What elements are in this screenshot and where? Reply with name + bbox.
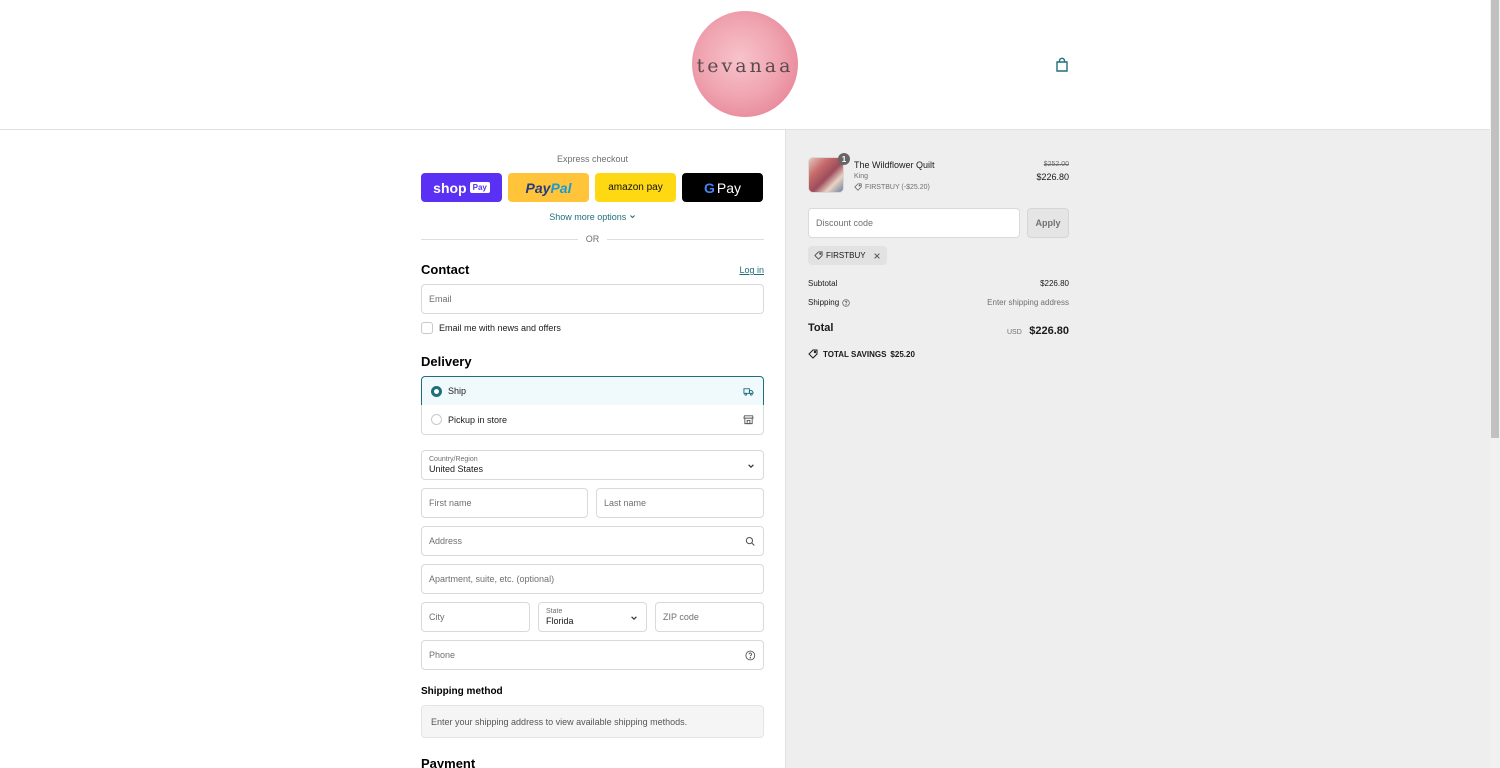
last-name-field[interactable] xyxy=(596,488,764,518)
chevron-down-icon xyxy=(631,616,637,621)
paypal-button[interactable]: Pay Pal xyxy=(508,173,589,202)
phone-input[interactable] xyxy=(429,650,746,660)
login-link[interactable]: Log in xyxy=(720,265,764,275)
tag-icon xyxy=(808,349,818,359)
pickup-option[interactable]: Pickup in store xyxy=(421,405,764,435)
shipping-label-text: Shipping xyxy=(808,298,840,307)
shipping-method-heading: Shipping method xyxy=(421,686,503,697)
newsletter-option[interactable]: Email me with news and offers xyxy=(421,322,561,334)
shop-pay-badge: Pay xyxy=(469,182,490,193)
google-pay-button[interactable]: G Pay xyxy=(682,173,763,202)
country-select[interactable]: Country/Region United States xyxy=(421,450,764,480)
total-amount: $226.80 xyxy=(1029,325,1069,337)
truck-icon xyxy=(743,388,754,396)
ship-radio[interactable] xyxy=(431,385,442,397)
savings-amount: $25.20 xyxy=(890,349,915,359)
cart-icon[interactable] xyxy=(1054,57,1070,73)
search-icon xyxy=(746,536,756,546)
close-icon[interactable] xyxy=(873,252,881,260)
total-savings: TOTAL SAVINGS $25.20 xyxy=(808,349,915,359)
google-g-icon: G xyxy=(703,179,715,196)
google-pay-text: Pay xyxy=(716,179,741,196)
product-name: The Wildflower Quilt xyxy=(854,160,935,170)
ship-option[interactable]: Ship xyxy=(421,376,764,406)
tag-icon xyxy=(854,183,862,191)
first-name-input[interactable] xyxy=(429,498,580,508)
shipping-method-note: Enter your shipping address to view avai… xyxy=(421,705,764,738)
applied-code-text: FIRSTBUY xyxy=(826,251,866,260)
divider-line-right xyxy=(607,239,764,240)
chevron-down-icon xyxy=(629,215,635,219)
or-divider: OR xyxy=(421,234,764,246)
quantity-badge: 1 xyxy=(838,153,850,165)
contact-heading: Contact xyxy=(421,262,470,277)
shop-pay-button[interactable]: shop Pay xyxy=(421,173,502,202)
subtotal-label-text: Subtotal xyxy=(808,279,838,288)
state-select[interactable]: State Florida xyxy=(538,602,647,632)
last-name-input[interactable] xyxy=(604,498,756,508)
product-discount: FIRSTBUY (-$25.20) xyxy=(854,183,930,191)
pickup-radio[interactable] xyxy=(431,414,442,425)
shop-pay-text: shop xyxy=(433,179,467,196)
country-label: Country/Region xyxy=(429,456,478,463)
discount-code-field[interactable] xyxy=(808,208,1020,238)
chevron-down-icon xyxy=(748,464,754,469)
payment-heading: Payment xyxy=(421,756,476,768)
country-value: United States xyxy=(429,464,484,474)
logo-text: tevanaa xyxy=(696,55,794,77)
city-input[interactable] xyxy=(429,612,522,622)
express-checkout-label: Express checkout xyxy=(556,154,629,164)
newsletter-label: Email me with news and offers xyxy=(439,323,561,333)
phone-field[interactable] xyxy=(421,640,764,670)
apartment-field[interactable] xyxy=(421,564,764,594)
delivery-method-group: Ship Pickup in store xyxy=(421,376,764,436)
paypal-text-a: Pay xyxy=(525,179,551,196)
product-discount-text: FIRSTBUY (-$25.20) xyxy=(865,183,930,191)
paypal-text-b: Pal xyxy=(550,179,572,196)
total-label: Total xyxy=(808,322,834,334)
address-input[interactable] xyxy=(429,536,746,546)
final-price: $226.80 xyxy=(1036,172,1069,182)
subtotal-value: $226.80 xyxy=(1040,279,1069,288)
state-value: Florida xyxy=(546,616,574,626)
ship-option-label: Ship xyxy=(448,386,467,396)
zip-field[interactable] xyxy=(655,602,764,632)
store-icon xyxy=(743,415,754,425)
amazon-pay-text: amazon pay xyxy=(608,182,663,193)
zip-input[interactable] xyxy=(663,612,756,622)
applied-discount-chip: FIRSTBUY xyxy=(808,246,887,265)
first-name-field[interactable] xyxy=(421,488,588,518)
scrollbar-thumb[interactable] xyxy=(1491,0,1499,438)
shipping-value: Enter shipping address xyxy=(987,298,1069,307)
address-field[interactable] xyxy=(421,526,764,556)
show-more-label: Show more options xyxy=(549,212,627,222)
state-label: State xyxy=(546,608,563,615)
total-value: USD $226.80 xyxy=(900,321,1069,339)
email-input[interactable] xyxy=(429,294,756,304)
amazon-pay-button[interactable]: amazon pay xyxy=(595,173,676,202)
savings-label: TOTAL SAVINGS xyxy=(823,349,887,359)
store-logo[interactable]: tevanaa xyxy=(692,11,798,117)
site-header: tevanaa xyxy=(0,0,1490,130)
newsletter-checkbox[interactable] xyxy=(421,322,433,334)
help-icon[interactable] xyxy=(745,650,756,661)
product-variant: King xyxy=(854,173,869,180)
delivery-heading: Delivery xyxy=(421,354,472,369)
subtotal-label: Subtotal xyxy=(808,279,837,288)
discount-code-input[interactable] xyxy=(816,218,1012,228)
help-icon[interactable] xyxy=(842,298,850,307)
email-field[interactable] xyxy=(421,284,764,314)
shipping-label: Shipping xyxy=(808,298,850,307)
original-price: $252.00 xyxy=(1043,161,1069,168)
apply-button[interactable]: Apply xyxy=(1027,208,1069,238)
apartment-input[interactable] xyxy=(429,574,756,584)
city-field[interactable] xyxy=(421,602,530,632)
currency-code: USD xyxy=(1007,329,1022,336)
shipping-method-note-text: Enter your shipping address to view avai… xyxy=(431,716,688,727)
pickup-option-label: Pickup in store xyxy=(448,414,508,425)
tag-icon xyxy=(814,251,823,260)
show-more-options-link[interactable]: Show more options xyxy=(421,212,764,222)
